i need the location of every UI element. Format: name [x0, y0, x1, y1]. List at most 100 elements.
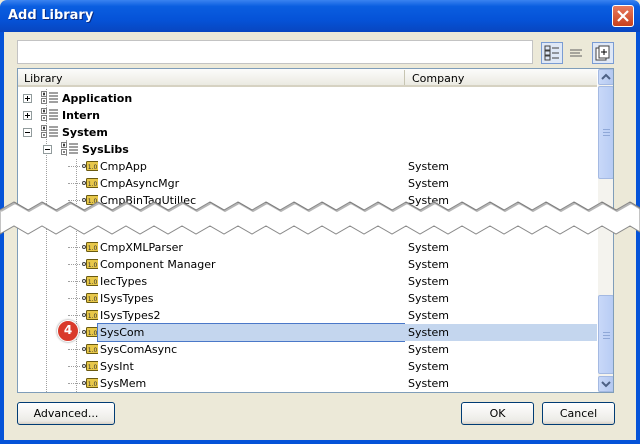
- library-row[interactable]: 1.0 CmpAsyncMgr System: [18, 175, 597, 192]
- torn-edge-divider: [0, 201, 640, 235]
- company-cell: [404, 90, 597, 107]
- library-folder-icon: [41, 108, 58, 121]
- folder-row[interactable]: Intern: [18, 107, 597, 124]
- svg-text:1.0: 1.0: [88, 347, 98, 354]
- folder-row[interactable]: SysLibs: [18, 141, 597, 158]
- svg-text:1.0: 1.0: [88, 381, 98, 388]
- tree-connector: [68, 383, 80, 384]
- company-cell: [404, 107, 597, 124]
- scroll-thumb-upper[interactable]: [598, 86, 613, 179]
- library-icon: 1.0: [82, 178, 98, 188]
- company-cell: System: [408, 177, 450, 190]
- company-cell: System: [408, 377, 450, 390]
- company-cell: System: [408, 258, 450, 271]
- svg-text:1.0: 1.0: [88, 164, 98, 171]
- company-cell: System: [408, 275, 450, 288]
- company-cell: System: [408, 343, 450, 356]
- svg-text:1.0: 1.0: [88, 245, 98, 252]
- library-row[interactable]: 1.0 IecTypes System: [18, 273, 597, 290]
- tree-connector: [68, 183, 80, 184]
- cancel-button[interactable]: Cancel: [542, 402, 615, 425]
- company-cell: System: [404, 324, 597, 341]
- add-library-button[interactable]: [592, 42, 614, 64]
- column-library[interactable]: Library: [24, 72, 62, 85]
- tree-item-label: Application: [62, 92, 133, 105]
- tree-connector: [68, 349, 80, 350]
- library-icon: 1.0: [82, 327, 98, 337]
- library-name: CmpApp: [100, 160, 147, 173]
- library-icon: 1.0: [82, 293, 98, 303]
- tree-connector: [68, 247, 80, 248]
- company-cell: System: [408, 160, 450, 173]
- title-bar[interactable]: Add Library: [0, 0, 640, 32]
- window-title: Add Library: [8, 8, 94, 23]
- chevron-up-icon: [601, 73, 611, 80]
- library-row[interactable]: 1.0 CmpApp System: [18, 158, 597, 175]
- library-name: Component Manager: [100, 258, 216, 271]
- library-icon: 1.0: [82, 344, 98, 354]
- tree-item-label: System: [62, 126, 108, 139]
- library-folder-icon: [41, 125, 58, 138]
- close-button[interactable]: [612, 5, 634, 27]
- svg-text:1.0: 1.0: [88, 296, 98, 303]
- add-library-icon: [595, 45, 610, 61]
- library-row[interactable]: 1.0 SysMem System: [18, 375, 597, 392]
- expand-icon[interactable]: [23, 94, 32, 103]
- list-view-icon: [570, 49, 582, 57]
- collapse-icon[interactable]: [23, 128, 32, 137]
- window-frame-bottom: [0, 440, 640, 444]
- library-row[interactable]: 1.0 SysComAsync System: [18, 341, 597, 358]
- library-name: SysCom: [97, 323, 405, 342]
- library-row[interactable]: 1.0 CmpXMLParser System: [18, 239, 597, 256]
- tree-view-button[interactable]: [541, 42, 563, 64]
- tree-item-label: Intern: [62, 109, 100, 122]
- tree-view-icon: [544, 45, 559, 61]
- scroll-thumb-lower[interactable]: [598, 295, 613, 374]
- library-name: CmpXMLParser: [100, 241, 183, 254]
- library-row[interactable]: 1.0 ISysTypes2 System: [18, 307, 597, 324]
- library-name: ISysTypes2: [100, 309, 161, 322]
- tree-item-label: SysLibs: [82, 143, 129, 156]
- callout-marker: 4: [57, 320, 79, 342]
- list-view-button[interactable]: [565, 42, 587, 64]
- search-input[interactable]: [17, 40, 533, 64]
- ok-button[interactable]: OK: [461, 402, 534, 425]
- tree-connector: [68, 315, 80, 316]
- column-company[interactable]: Company: [412, 72, 464, 85]
- tree-connector: [68, 281, 80, 282]
- tree-connector: [68, 166, 80, 167]
- scroll-down-button[interactable]: [598, 376, 613, 392]
- svg-text:1.0: 1.0: [88, 330, 98, 337]
- collapse-icon[interactable]: [43, 145, 52, 154]
- svg-text:1.0: 1.0: [88, 279, 98, 286]
- column-header: Library Company: [18, 69, 597, 87]
- svg-text:1.0: 1.0: [88, 262, 98, 269]
- library-name: IecTypes: [100, 275, 148, 288]
- advanced-button[interactable]: Advanced...: [17, 402, 115, 425]
- svg-text:1.0: 1.0: [88, 364, 98, 371]
- library-row[interactable]: 1.0 Component Manager System: [18, 256, 597, 273]
- scroll-up-button[interactable]: [598, 69, 613, 85]
- library-row[interactable]: 1.0 SysCom System: [18, 323, 597, 342]
- library-row[interactable]: 1.0 SysInt System: [18, 358, 597, 375]
- library-icon: 1.0: [82, 259, 98, 269]
- library-icon: 1.0: [82, 378, 98, 388]
- library-icon: 1.0: [82, 276, 98, 286]
- column-separator[interactable]: [404, 70, 405, 85]
- library-name: SysMem: [100, 377, 147, 390]
- company-cell: System: [408, 292, 450, 305]
- library-icon: 1.0: [82, 242, 98, 252]
- library-row[interactable]: 1.0 ISysTypes System: [18, 290, 597, 307]
- folder-row[interactable]: System: [18, 124, 597, 141]
- folder-row[interactable]: Application: [18, 90, 597, 107]
- company-cell: System: [408, 241, 450, 254]
- library-folder-icon: [61, 142, 78, 155]
- expand-icon[interactable]: [23, 111, 32, 120]
- close-icon: [617, 10, 629, 22]
- svg-text:1.0: 1.0: [88, 181, 98, 188]
- library-icon: 1.0: [82, 161, 98, 171]
- tree-connector: [68, 366, 80, 367]
- library-icon: 1.0: [82, 361, 98, 371]
- company-cell: System: [408, 309, 450, 322]
- company-cell: System: [408, 360, 450, 373]
